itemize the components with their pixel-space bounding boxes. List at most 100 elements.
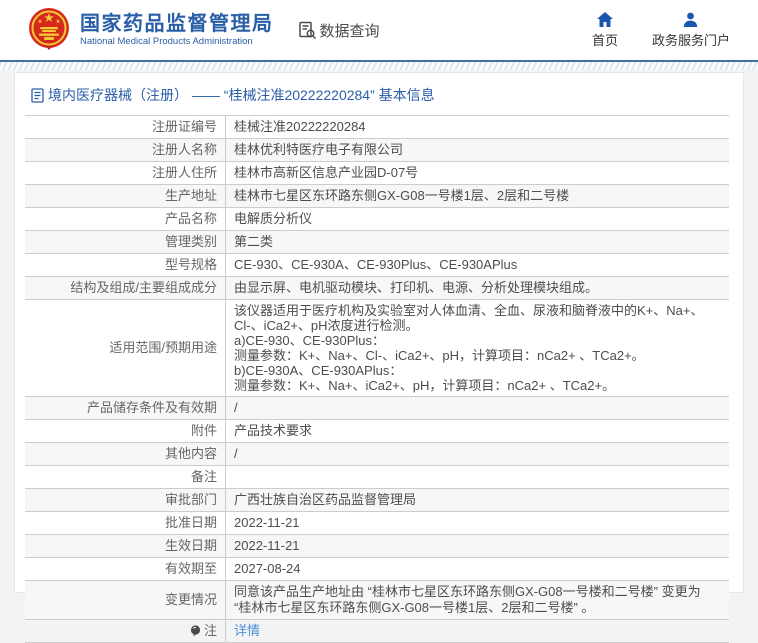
table-row: 产品名称 电解质分析仪 bbox=[25, 208, 729, 231]
row-value-line: 测量参数：K+、Na+、iCa2+、pH，计算项目：nCa2+ 、TCa2+。 bbox=[234, 378, 616, 393]
row-label: 变更情况 bbox=[25, 581, 225, 619]
registration-info-table: 注册证编号 桂械注准20222220284 注册人名称 桂林优利特医疗电子有限公司 注册… bbox=[25, 115, 729, 643]
org-name-en: National Medical Products Administration bbox=[80, 35, 253, 47]
row-value: 同意该产品生产地址由 “桂林市七星区东环路东侧GX-G08一号楼和二号楼” 变更… bbox=[225, 581, 729, 619]
row-value: 桂林市高新区信息产业园D-07号 bbox=[225, 162, 729, 184]
breadcrumb-text: 境内医疗器械（注册） —— “桂械注准20222220284” 基本信息 bbox=[48, 87, 435, 103]
row-value-line: 该仪器适用于医疗机构及实验室对人体血清、全血、尿液和脑脊液中的K+、Na+、Cl… bbox=[234, 303, 704, 333]
row-label-text: 结构及组成/主要组成成分 bbox=[70, 280, 217, 295]
row-label: 注册人名称 bbox=[25, 139, 225, 161]
row-value-line: a)CE-930、CE-930Plus： bbox=[234, 333, 386, 348]
row-label-text: 备注 bbox=[190, 469, 217, 484]
row-label-text: 审批部门 bbox=[164, 492, 217, 507]
table-row: 批准日期 2022-11-21 bbox=[25, 512, 729, 535]
row-label: 生效日期 bbox=[25, 535, 225, 557]
detail-link[interactable]: 详情 bbox=[234, 623, 260, 639]
row-value: 由显示屏、电机驱动模块、打印机、电源、分析处理模块组成。 bbox=[225, 277, 729, 299]
row-value: 该仪器适用于医疗机构及实验室对人体血清、全血、尿液和脑脊液中的K+、Na+、Cl… bbox=[225, 300, 729, 396]
row-value: 第二类 bbox=[225, 231, 729, 253]
breadcrumb: 境内医疗器械（注册） —— “桂械注准20222220284” 基本信息 bbox=[25, 83, 729, 115]
row-value: 桂林市七星区东环路东侧GX-G08一号楼1层、2层和二号楼 bbox=[225, 185, 729, 207]
table-row: 注册人住所 桂林市高新区信息产业园D-07号 bbox=[25, 162, 729, 185]
table-row: 备注 bbox=[25, 466, 729, 489]
row-label-text: 管理类别 bbox=[164, 234, 217, 249]
row-label-text: 生效日期 bbox=[164, 538, 217, 553]
row-label-text: 其他内容 bbox=[164, 446, 217, 461]
row-label: 产品储存条件及有效期 bbox=[25, 397, 225, 419]
row-label: 结构及组成/主要组成成分 bbox=[25, 277, 225, 299]
table-row: 有效期至 2027-08-24 bbox=[25, 558, 729, 581]
row-value bbox=[225, 466, 729, 488]
row-value: 2027-08-24 bbox=[225, 558, 729, 580]
row-label: 备注 bbox=[25, 466, 225, 488]
data-query[interactable]: 数据查询 bbox=[298, 20, 380, 41]
row-value: 广西壮族自治区药品监督管理局 bbox=[225, 489, 729, 511]
row-label: 其他内容 bbox=[25, 443, 225, 465]
org-name-zh: 国家药品监督管理局 bbox=[80, 12, 274, 35]
user-icon bbox=[683, 11, 698, 27]
row-value: / bbox=[225, 397, 729, 419]
row-value: CE-930、CE-930A、CE-930Plus、CE-930APlus bbox=[225, 254, 729, 276]
table-row: 管理类别 第二类 bbox=[25, 231, 729, 254]
table-row: 产品储存条件及有效期 / bbox=[25, 397, 729, 420]
document-icon bbox=[31, 87, 44, 103]
row-label-text: 变更情况 bbox=[164, 592, 217, 607]
nav-item-gov-portal[interactable]: 政务服务门户 bbox=[652, 11, 730, 49]
row-value-line: b)CE-930A、CE-930APlus： bbox=[234, 363, 403, 378]
table-row: 生效日期 2022-11-21 bbox=[25, 535, 729, 558]
table-row: 变更情况 同意该产品生产地址由 “桂林市七星区东环路东侧GX-G08一号楼和二号楼… bbox=[25, 581, 729, 620]
table-row: 结构及组成/主要组成成分 由显示屏、电机驱动模块、打印机、电源、分析处理模块组成。 bbox=[25, 277, 729, 300]
table-row: 型号规格 CE-930、CE-930A、CE-930Plus、CE-930APlu… bbox=[25, 254, 729, 277]
row-label: 有效期至 bbox=[25, 558, 225, 580]
table-row: 其他内容 / bbox=[25, 443, 729, 466]
data-query-label: 数据查询 bbox=[319, 22, 380, 40]
row-label: 注册证编号 bbox=[25, 116, 225, 138]
row-label: 附件 bbox=[25, 420, 225, 442]
row-label-text: 注 bbox=[203, 623, 217, 638]
row-label: 适用范围/预期用途 bbox=[25, 300, 225, 396]
table-row: 附件 产品技术要求 bbox=[25, 420, 729, 443]
national-emblem-logo bbox=[26, 7, 72, 53]
row-label-text: 生产地址 bbox=[164, 188, 217, 203]
row-label: 批准日期 bbox=[25, 512, 225, 534]
row-label-text: 注册证编号 bbox=[151, 119, 217, 134]
note-icon bbox=[190, 625, 201, 637]
site-header: 国家药品监督管理局 National Medical Products Admi… bbox=[0, 0, 758, 60]
row-label-text: 产品名称 bbox=[164, 211, 217, 226]
row-label-text: 有效期至 bbox=[164, 561, 217, 576]
row-label-text: 附件 bbox=[190, 423, 217, 438]
row-label-text: 型号规格 bbox=[164, 257, 217, 272]
table-row: 注册证编号 桂械注准20222220284 bbox=[25, 116, 729, 139]
table-row: 注 详情 bbox=[25, 620, 729, 643]
row-label: 审批部门 bbox=[25, 489, 225, 511]
row-value: 桂林优利特医疗电子有限公司 bbox=[225, 139, 729, 161]
table-row: 审批部门 广西壮族自治区药品监督管理局 bbox=[25, 489, 729, 512]
row-value: / bbox=[225, 443, 729, 465]
table-row: 注册人名称 桂林优利特医疗电子有限公司 bbox=[25, 139, 729, 162]
row-label-text: 适用范围/预期用途 bbox=[109, 340, 217, 355]
row-value: 电解质分析仪 bbox=[225, 208, 729, 230]
header-divider-stripes bbox=[0, 62, 758, 70]
row-label-text: 批准日期 bbox=[164, 515, 217, 530]
row-label: 产品名称 bbox=[25, 208, 225, 230]
row-label: 注册人住所 bbox=[25, 162, 225, 184]
row-label: 型号规格 bbox=[25, 254, 225, 276]
top-nav: 首页 政务服务门户 bbox=[592, 11, 730, 49]
table-row: 生产地址 桂林市七星区东环路东侧GX-G08一号楼1层、2层和二号楼 bbox=[25, 185, 729, 208]
org-title-block: 国家药品监督管理局 National Medical Products Admi… bbox=[80, 13, 274, 47]
nav-item-home[interactable]: 首页 bbox=[592, 11, 618, 49]
row-value: 2022-11-21 bbox=[225, 512, 729, 534]
nav-item-label: 政务服务门户 bbox=[651, 33, 730, 48]
row-label: 注 bbox=[25, 620, 225, 642]
row-value: 桂械注准20222220284 bbox=[225, 116, 729, 138]
home-icon bbox=[596, 11, 613, 27]
row-label: 管理类别 bbox=[25, 231, 225, 253]
document-search-icon bbox=[298, 21, 317, 40]
row-label: 生产地址 bbox=[25, 185, 225, 207]
row-value: 2022-11-21 bbox=[225, 535, 729, 557]
row-label-text: 注册人名称 bbox=[151, 142, 217, 157]
row-label-text: 产品储存条件及有效期 bbox=[86, 400, 217, 415]
row-value-line: 测量参数：K+、Na+、Cl-、iCa2+、pH，计算项目：nCa2+ 、TCa… bbox=[234, 348, 645, 363]
table-row: 适用范围/预期用途 该仪器适用于医疗机构及实验室对人体血清、全血、尿液和脑脊液中的… bbox=[25, 300, 729, 397]
row-label-text: 注册人住所 bbox=[151, 165, 217, 180]
